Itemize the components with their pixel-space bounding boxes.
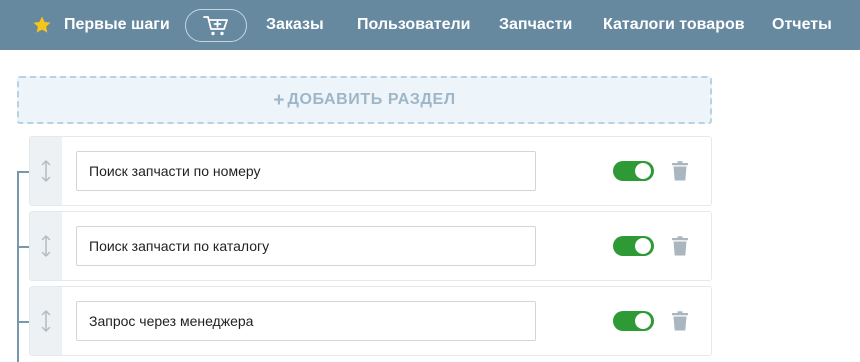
section-enabled-toggle[interactable] [613,311,654,331]
toggle-knob [635,238,651,254]
delete-section-button[interactable] [671,236,689,256]
section-enabled-toggle[interactable] [613,161,654,181]
drag-handle[interactable] [30,287,62,355]
drag-handle[interactable] [30,212,62,280]
section-name-input[interactable] [76,226,536,266]
star-icon [33,16,51,33]
nav-link-orders[interactable]: Заказы [266,0,324,50]
toggle-knob [635,163,651,179]
drag-vertical-icon [41,235,51,257]
drag-vertical-icon [41,310,51,332]
section-enabled-toggle[interactable] [613,236,654,256]
nav-link-parts[interactable]: Запчасти [499,0,572,50]
section-row [29,136,712,206]
trash-icon [672,236,688,256]
top-navigation: Первые шаги Заказы Пользователи Запчасти… [0,0,860,50]
trash-icon [672,161,688,181]
section-name-input[interactable] [76,301,536,341]
nav-first-steps[interactable]: Первые шаги [32,0,170,50]
add-section-button[interactable]: + ДОБАВИТЬ РАЗДЕЛ [17,76,712,124]
section-row [29,286,712,356]
tree-connector-line [17,172,19,362]
nav-link-reports[interactable]: Отчеты [772,0,832,50]
plus-icon: + [273,89,285,111]
add-section-label: ДОБАВИТЬ РАЗДЕЛ [287,91,456,108]
cart-add-icon [203,15,228,35]
nav-first-steps-label: Первые шаги [64,16,170,33]
section-name-input[interactable] [76,151,536,191]
drag-vertical-icon [41,160,51,182]
delete-section-button[interactable] [671,311,689,331]
trash-icon [672,311,688,331]
toggle-knob [635,313,651,329]
cart-button[interactable] [185,9,247,42]
nav-link-catalogs[interactable]: Каталоги товаров [603,0,745,50]
delete-section-button[interactable] [671,161,689,181]
drag-handle[interactable] [30,137,62,205]
section-row [29,211,712,281]
nav-link-users[interactable]: Пользователи [357,0,470,50]
